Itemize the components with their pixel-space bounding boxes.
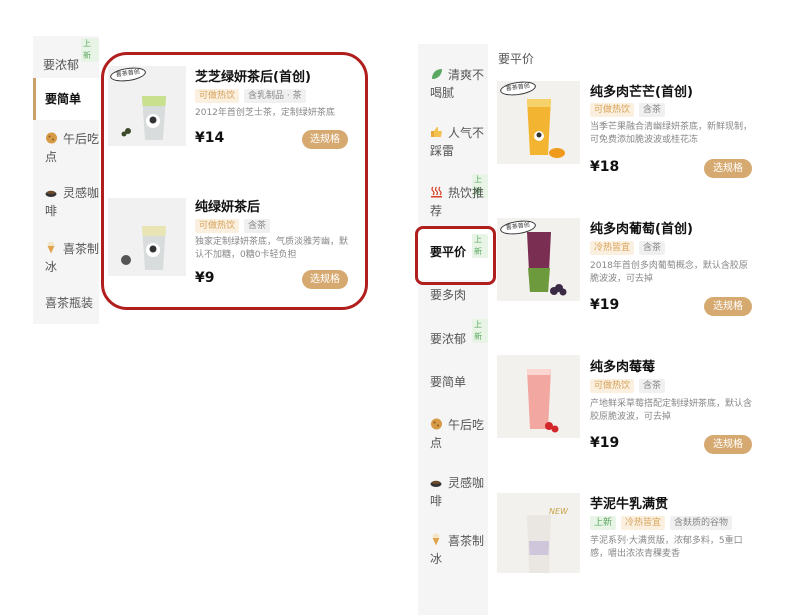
product-image[interactable] (497, 355, 580, 438)
active-indicator (33, 78, 36, 120)
highlight-box (101, 52, 368, 310)
tag-hot: 可做热饮 (590, 379, 635, 393)
tag-new: 上新 (590, 516, 617, 530)
tag-ingredient: 含茶 (639, 241, 666, 255)
cookie-icon (45, 131, 59, 144)
right-sidebar-item-hot-drinks[interactable]: 热饮推荐 (418, 184, 488, 220)
product-description: 当季芒果融合清幽绿妍茶底，新鲜现制，可免费添加脆波波或桂花冻 (590, 122, 753, 145)
left-sidebar: 要浓郁 上新 要简单 午后吃点 灵感咖啡 喜茶制冰 喜茶瓶装 (33, 36, 99, 324)
sidebar-item-label: 要浓郁 (43, 58, 80, 72)
left-sidebar-item-coffee[interactable]: 灵感咖啡 (33, 184, 99, 220)
right-sidebar-item-simple[interactable]: 要简单 (418, 373, 488, 391)
product-description: 2018年首创多肉葡萄概念，默认含胶原脆波波，可去掉 (590, 261, 748, 284)
left-sidebar-item-simple[interactable]: 要简单 (33, 78, 99, 120)
product-title[interactable]: 芋泥牛乳满贯 (590, 493, 668, 512)
section-title: 要平价 (498, 52, 535, 66)
tag-ingredient: 含茶 (639, 379, 666, 393)
tag-ingredient: 含茶 (639, 103, 666, 117)
left-sidebar-item-icecream[interactable]: 喜茶制冰 (33, 240, 99, 276)
product-price: ¥19 (590, 435, 620, 451)
thumbs-up-icon (430, 125, 444, 137)
product-description: 产地鲜采草莓搭配定制绿妍茶底，默认含胶原脆波波，可去掉 (590, 399, 753, 422)
right-sidebar-item-popular[interactable]: 人气不踩雷 (418, 124, 488, 160)
new-badge: 上新 (81, 38, 99, 62)
product-description: 芋泥系列·大满贯版，浓郁多料，5重口感，嚼出浓浓青稞麦香 (590, 536, 743, 559)
new-label: NEW (549, 507, 568, 516)
right-sidebar-item-fruity[interactable]: 要多肉 (418, 286, 488, 304)
coffee-icon (430, 475, 444, 487)
right-sidebar-item-refreshing[interactable]: 清爽不喝腻 (418, 66, 488, 102)
right-sidebar: 清爽不喝腻 人气不踩雷 上新 热饮推荐 要平价 上新 要多肉 上新 要浓郁 要简… (418, 44, 488, 615)
right-sidebar-item-afternoon[interactable]: 午后吃点 (418, 416, 484, 452)
tag-hot-cold: 冷热皆宜 (590, 241, 635, 255)
choose-spec-button[interactable]: 选规格 (704, 435, 752, 454)
tag-ingredient: 含麸质的谷物 (670, 516, 733, 530)
sidebar-item-label: 要简单 (45, 92, 82, 106)
product-title[interactable]: 纯多肉莓莓 (590, 356, 655, 375)
product-price: ¥18 (590, 159, 620, 175)
right-sidebar-item-coffee[interactable]: 灵感咖啡 (418, 474, 484, 510)
product-tags: 可做热饮 含茶 (590, 103, 670, 117)
sidebar-item-label: 要多肉 (430, 288, 467, 302)
ice-cream-icon (430, 533, 444, 546)
choose-spec-button[interactable]: 选规格 (704, 159, 752, 178)
product-tags: 冷热皆宜 含茶 (590, 241, 670, 255)
highlight-box (415, 226, 496, 285)
left-sidebar-item-afternoon[interactable]: 午后吃点 (33, 130, 99, 166)
leaf-icon (430, 67, 444, 79)
ice-cream-icon (45, 241, 59, 254)
tag-hot-cold: 冷热皆宜 (621, 516, 666, 530)
cookie-icon (430, 417, 444, 430)
hot-springs-icon (430, 185, 444, 198)
product-title[interactable]: 纯多肉葡萄(首创) (590, 218, 693, 237)
choose-spec-button[interactable]: 选规格 (704, 297, 752, 316)
sidebar-item-label: 要简单 (430, 375, 467, 389)
left-sidebar-item-bottled[interactable]: 喜茶瓶装 (33, 294, 105, 312)
product-tags: 可做热饮 含茶 (590, 379, 670, 393)
sidebar-item-label: 要浓郁 (430, 332, 467, 346)
product-image[interactable]: NEW (497, 493, 580, 573)
tag-hot: 可做热饮 (590, 103, 635, 117)
coffee-icon (45, 185, 59, 197)
right-sidebar-item-icecream[interactable]: 喜茶制冰 (418, 532, 484, 568)
right-sidebar-item-rich[interactable]: 要浓郁 (418, 330, 488, 348)
sidebar-item-label: 喜茶瓶装 (45, 296, 94, 310)
product-price: ¥19 (590, 297, 620, 313)
product-title[interactable]: 纯多肉芒芒(首创) (590, 81, 693, 100)
product-tags: 上新 冷热皆宜 含麸质的谷物 (590, 516, 737, 530)
